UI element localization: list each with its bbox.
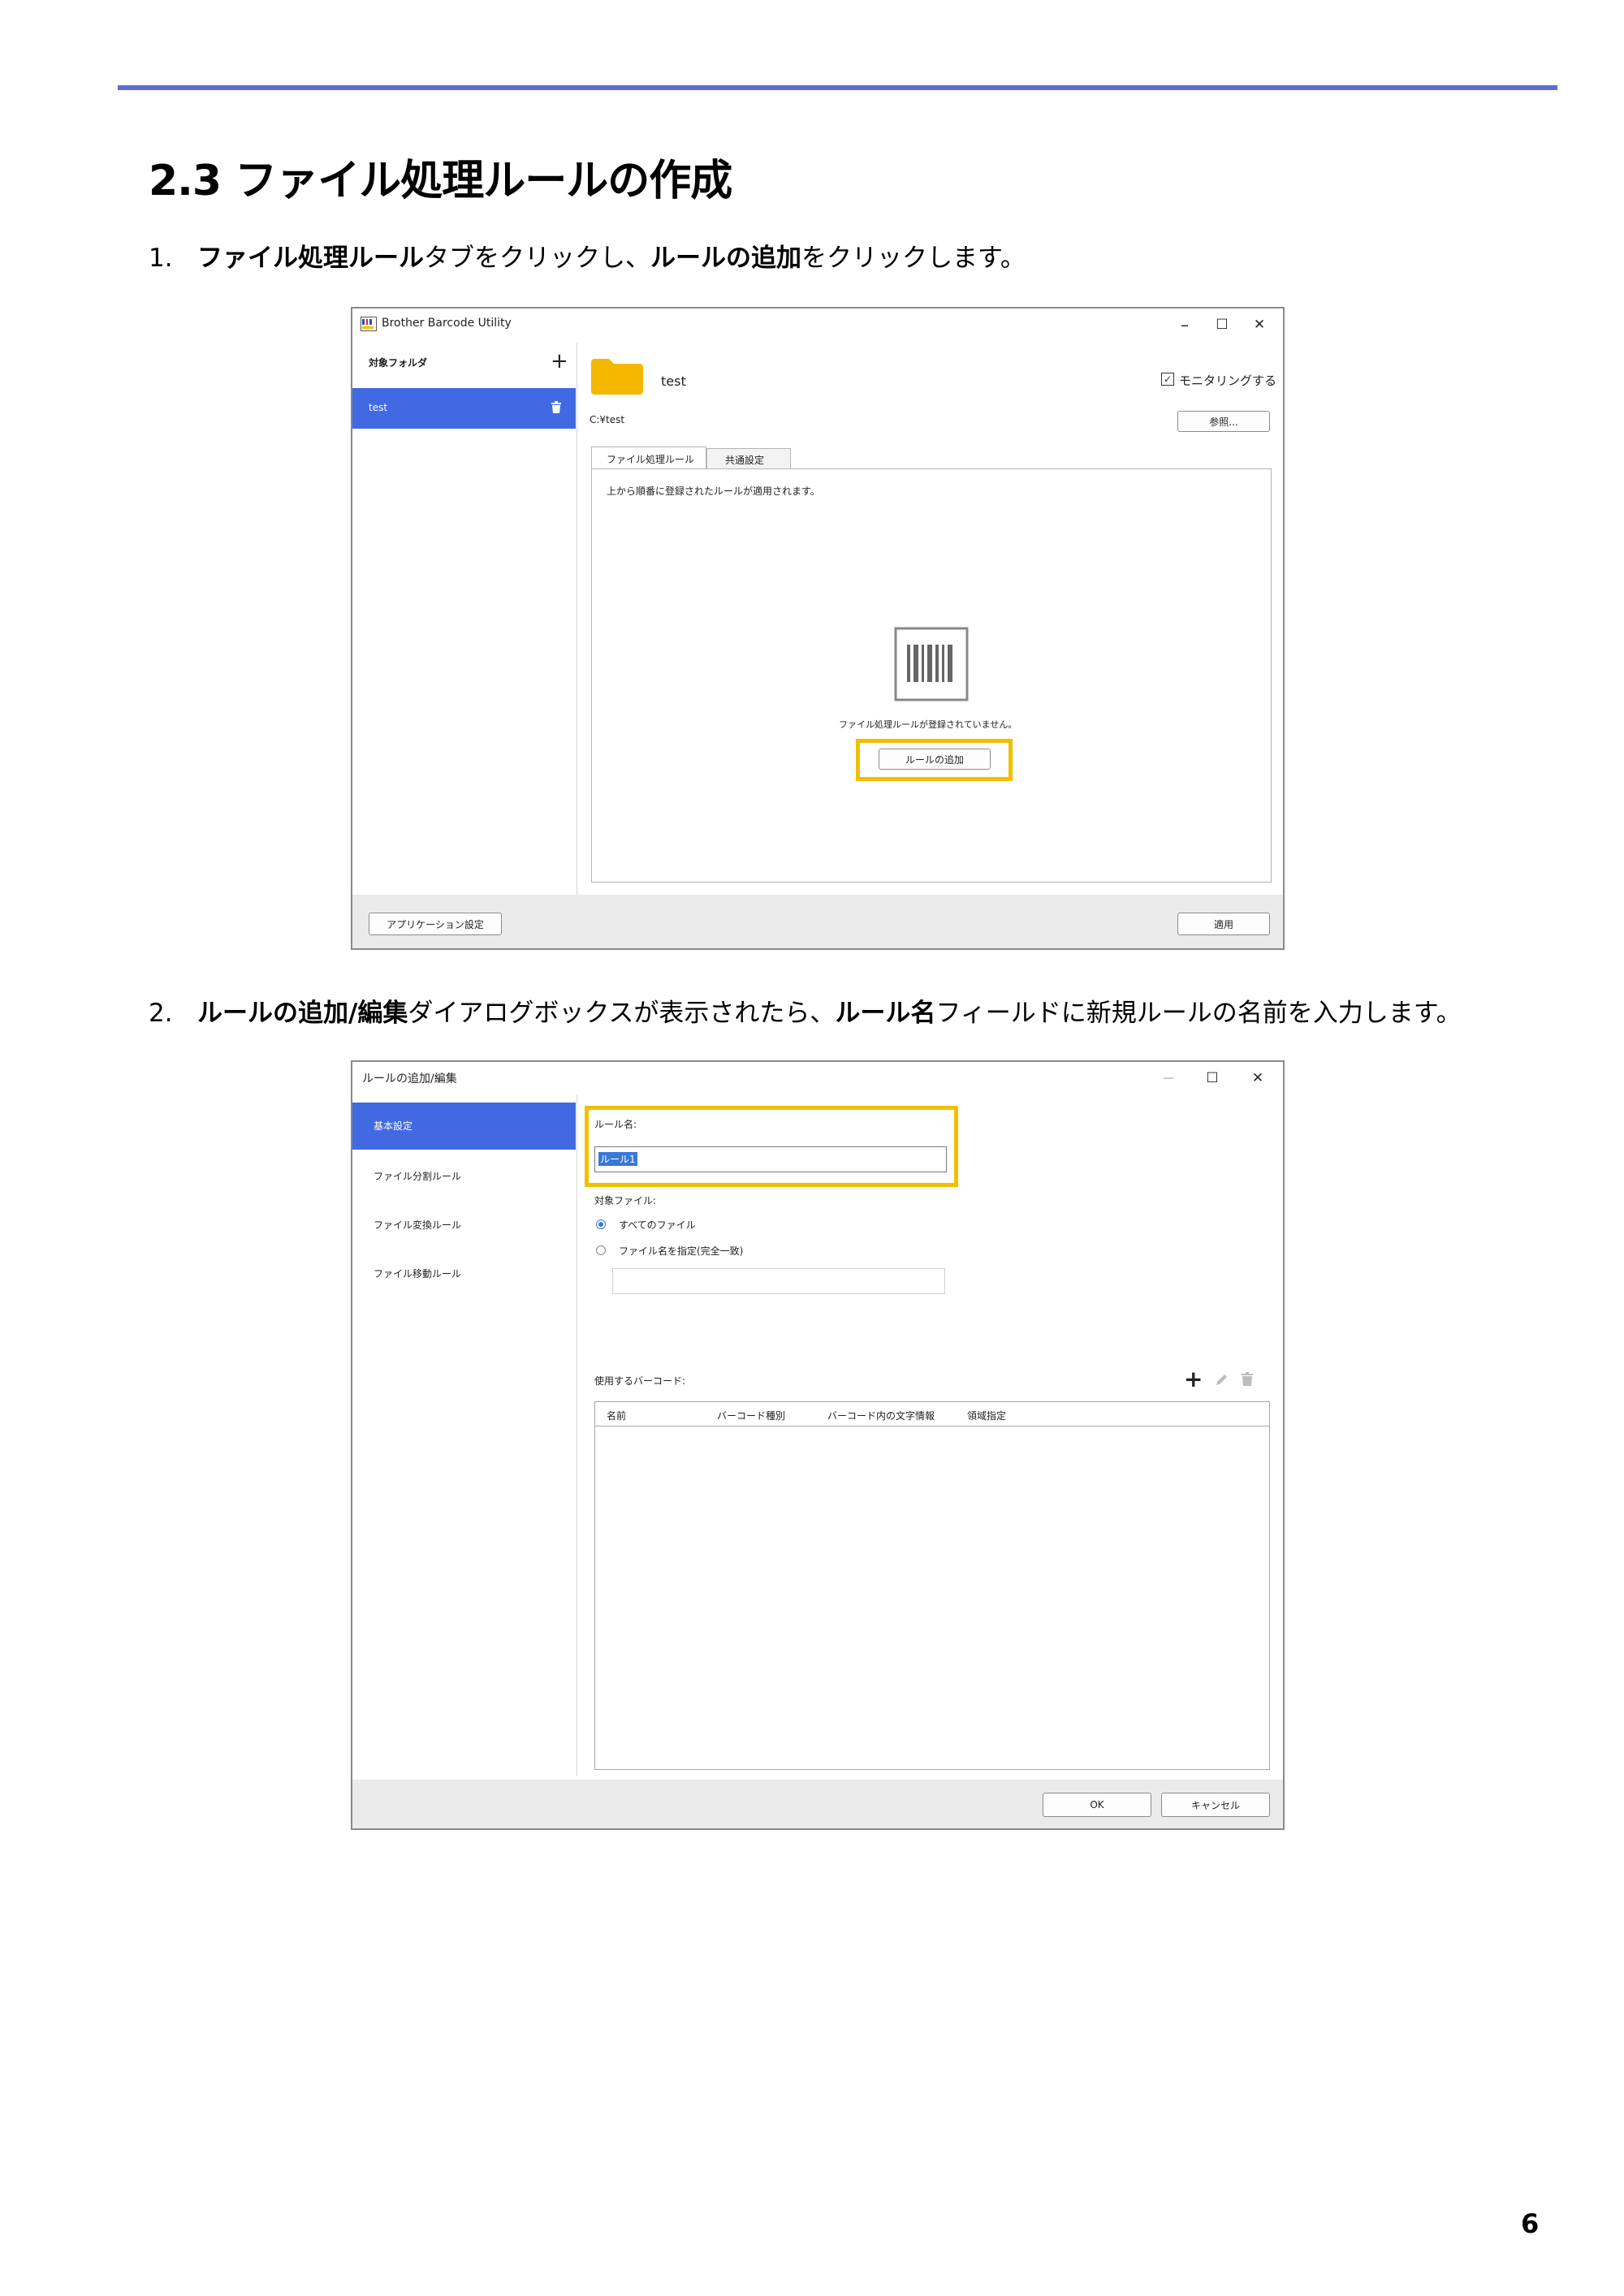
target-file-label: 対象ファイル: — [594, 1195, 657, 1206]
close-button[interactable]: ✕ — [1246, 313, 1273, 336]
nav-item-file-move-rule[interactable]: ファイル移動ルール — [352, 1249, 576, 1296]
section-title: 2.3 ファイル処理ルールの作成 — [149, 157, 732, 205]
window-title: Brother Barcode Utility — [382, 317, 512, 330]
add-rule-button[interactable]: ルールの追加 — [879, 749, 991, 770]
nav-item-label: ファイル変換ルール — [374, 1219, 462, 1231]
radio-dot — [598, 1222, 603, 1227]
barcode-label: 使用するバーコード: — [594, 1375, 686, 1387]
step-text-part: ダイアログボックスが表示されたら、 — [408, 999, 836, 1028]
column-header: バーコード種別 — [717, 1410, 786, 1422]
monitoring-checkbox[interactable]: ✓ — [1161, 373, 1174, 386]
step-text-part: ルール名 — [835, 999, 936, 1028]
step-text-part: フィールドに新規ルールの名前を入力します。 — [935, 999, 1462, 1028]
window-titlebar: Brother Barcode Utility – ☐ ✕ — [352, 309, 1283, 343]
folder-icon — [591, 359, 643, 395]
folder-path: C:¥test — [590, 414, 625, 425]
sidebar-header: 対象フォルダ — [369, 357, 428, 369]
cancel-button[interactable]: キャンセル — [1161, 1793, 1270, 1817]
trash-icon[interactable] — [1241, 1372, 1254, 1387]
step-text-part: をクリックします。 — [801, 244, 1026, 273]
plus-icon[interactable]: + — [1184, 1366, 1203, 1392]
column-header: バーコード内の文字情報 — [827, 1410, 935, 1422]
step-text-part: ルールの追加/編集 — [197, 999, 408, 1028]
ok-button[interactable]: OK — [1043, 1793, 1151, 1817]
add-folder-icon[interactable]: + — [551, 349, 568, 373]
nav-item-file-convert-rule[interactable]: ファイル変換ルール — [352, 1200, 576, 1247]
all-files-label: すべてのファイル — [619, 1219, 696, 1231]
page-number: 6 — [1521, 2208, 1540, 2239]
pencil-icon[interactable] — [1215, 1372, 1229, 1387]
no-rules-message: ファイル処理ルールが登録されていません。 — [839, 719, 1017, 730]
step-text-part: タブをクリックし、 — [424, 244, 650, 273]
minimize-button[interactable]: – — [1171, 313, 1199, 336]
minimize-button[interactable]: — — [1155, 1067, 1182, 1090]
step-text-part: ルールの追加 — [650, 244, 801, 273]
brother-barcode-utility-window: Brother Barcode Utility – ☐ ✕ 対象フォルダ + t… — [351, 307, 1285, 950]
rule-name-label: ルール名: — [594, 1119, 637, 1130]
all-files-radio[interactable] — [596, 1219, 606, 1229]
step-text-part: ファイル処理ルール — [197, 244, 424, 273]
nav-item-basic-settings[interactable]: 基本設定 — [352, 1103, 576, 1150]
column-header: 領域指定 — [967, 1410, 1007, 1422]
column-header: 名前 — [607, 1410, 627, 1422]
specify-filename-label: ファイル名を指定(完全一致) — [619, 1245, 744, 1257]
maximize-button[interactable]: ☐ — [1199, 1067, 1226, 1090]
rule-add-edit-dialog: ルールの追加/編集 — ☐ ✕ 基本設定 ファイル分割ルール ファイル変換ルール… — [351, 1060, 1285, 1830]
step-number: 1. — [149, 244, 173, 273]
tab-file-processing-rules[interactable]: ファイル処理ルール — [591, 447, 706, 469]
window-footer: アプリケーション設定 適用 — [352, 895, 1283, 948]
sidebar-item-test[interactable]: test — [352, 388, 576, 429]
dialog-title: ルールの追加/編集 — [362, 1072, 457, 1085]
nav-item-label: ファイル移動ルール — [374, 1268, 462, 1280]
step-1-instruction: 1. ファイル処理ルールタブをクリックし、ルールの追加をクリックします。 — [149, 237, 1026, 274]
dialog-titlebar: ルールの追加/編集 — ☐ ✕ — [352, 1062, 1283, 1094]
app-icon — [361, 317, 377, 331]
app-settings-button[interactable]: アプリケーション設定 — [369, 913, 502, 935]
apply-button[interactable]: 適用 — [1177, 913, 1270, 935]
nav-item-file-split-rule[interactable]: ファイル分割ルール — [352, 1151, 576, 1198]
settings-nav: 基本設定 ファイル分割ルール ファイル変換ルール ファイル移動ルール — [352, 1094, 577, 1776]
folder-name: test — [661, 373, 686, 389]
browse-button[interactable]: 参照... — [1177, 411, 1270, 432]
rule-name-input[interactable]: ルール1 — [594, 1146, 947, 1172]
table-header: 名前 バーコード種別 バーコード内の文字情報 領域指定 — [595, 1402, 1269, 1426]
maximize-button[interactable]: ☐ — [1208, 313, 1236, 336]
barcode-table: 名前 バーコード種別 バーコード内の文字情報 領域指定 — [594, 1401, 1270, 1770]
tab-common-settings[interactable]: 共通設定 — [706, 448, 791, 469]
tab-label: ファイル処理ルール — [607, 454, 695, 465]
barcode-icon — [894, 627, 969, 701]
nav-item-label: 基本設定 — [374, 1120, 413, 1132]
rules-info-text: 上から順番に登録されたルールが適用されます。 — [607, 486, 820, 497]
target-folder-sidebar: 対象フォルダ + test — [352, 343, 577, 895]
rule-name-value: ルール1 — [598, 1152, 637, 1166]
trash-icon[interactable] — [551, 401, 562, 414]
tab-label: 共通設定 — [725, 455, 765, 466]
dialog-footer: OK キャンセル — [352, 1780, 1283, 1828]
sidebar-item-label: test — [369, 402, 388, 413]
step-2-instruction: 2. ルールの追加/編集ダイアログボックスが表示されたら、ルール名フィールドに新規… — [149, 992, 1462, 1029]
step-number: 2. — [149, 999, 173, 1028]
specify-filename-radio[interactable] — [596, 1245, 606, 1255]
filename-input[interactable] — [612, 1268, 945, 1294]
nav-item-label: ファイル分割ルール — [374, 1171, 462, 1182]
monitoring-label: モニタリングする — [1179, 373, 1277, 388]
close-button[interactable]: ✕ — [1244, 1067, 1272, 1090]
header-rule — [118, 85, 1557, 90]
rules-panel: 上から順番に登録されたルールが適用されます。 ファイル処理ルールが登録されていま… — [591, 468, 1272, 883]
